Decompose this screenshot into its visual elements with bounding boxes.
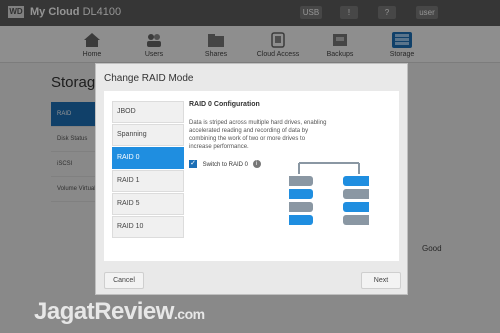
- disk-stack-left: [283, 176, 313, 225]
- info-icon[interactable]: i: [252, 160, 261, 169]
- watermark-suffix: .com: [173, 306, 205, 322]
- raid-mode-spanning[interactable]: Spanning: [112, 124, 184, 146]
- raid-mode-raid-10[interactable]: RAID 10: [112, 216, 184, 238]
- switch-label: Switch to RAID 0: [202, 162, 249, 168]
- change-raid-mode-dialog: Change RAID Mode JBOD Spanning RAID 0 RA…: [95, 63, 408, 295]
- raid-mode-raid-5[interactable]: RAID 5: [112, 193, 184, 215]
- raid-mode-raid-0[interactable]: RAID 0: [112, 147, 184, 169]
- disk-stack-right: [343, 176, 373, 225]
- raid-mode-jbod[interactable]: JBOD: [112, 101, 184, 123]
- raid-mode-raid-1[interactable]: RAID 1: [112, 170, 184, 192]
- raid-config-title: RAID 0 Configuration: [189, 101, 260, 108]
- dialog-title: Change RAID Mode: [104, 73, 194, 84]
- dialog-body: JBOD Spanning RAID 0 RAID 1 RAID 5 RAID …: [104, 91, 399, 261]
- raid-diagram: [283, 161, 373, 231]
- watermark-brand: JagatReview: [34, 298, 174, 325]
- jagatreview-watermark: JagatReview.com: [0, 280, 500, 333]
- raid-mode-list: JBOD Spanning RAID 0 RAID 1 RAID 5 RAID …: [112, 101, 184, 239]
- watermark-text: JagatReview.com: [34, 298, 205, 326]
- checkbox-checked-icon[interactable]: ✓: [189, 160, 197, 169]
- raid-connector-lines: [298, 162, 360, 174]
- raid-config-description: Data is striped across multiple hard dri…: [189, 120, 327, 150]
